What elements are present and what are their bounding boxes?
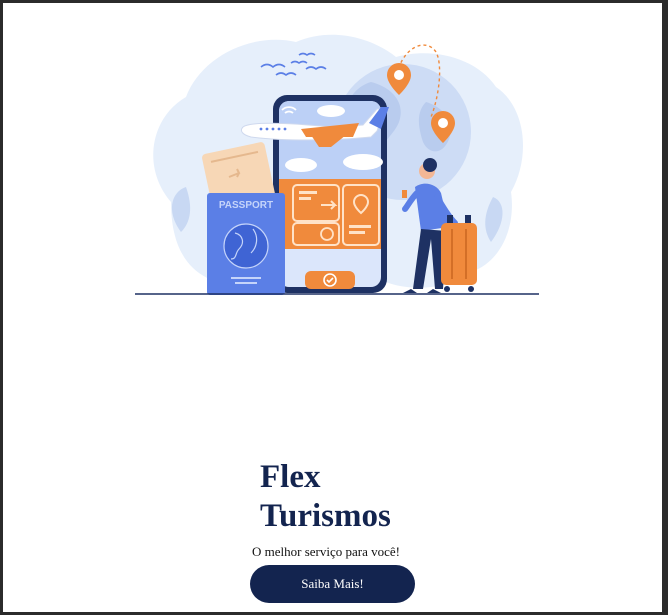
suitcase-icon: [441, 215, 477, 292]
page-title: Flex Turismos: [260, 458, 391, 536]
passport-label: PASSPORT: [219, 200, 273, 211]
title-line-1: Flex: [260, 459, 321, 495]
subtitle: O melhor serviço para você!: [252, 544, 400, 559]
learn-more-button[interactable]: Saiba Mais!: [250, 565, 415, 603]
passport-illustration: PASSPORT: [207, 193, 285, 295]
travel-illustration: PASSPORT: [135, 34, 539, 295]
title-line-2: Turismos: [260, 498, 391, 534]
page-frame: PASSPORT Flex Turismos O melhor serviço …: [3, 3, 662, 612]
